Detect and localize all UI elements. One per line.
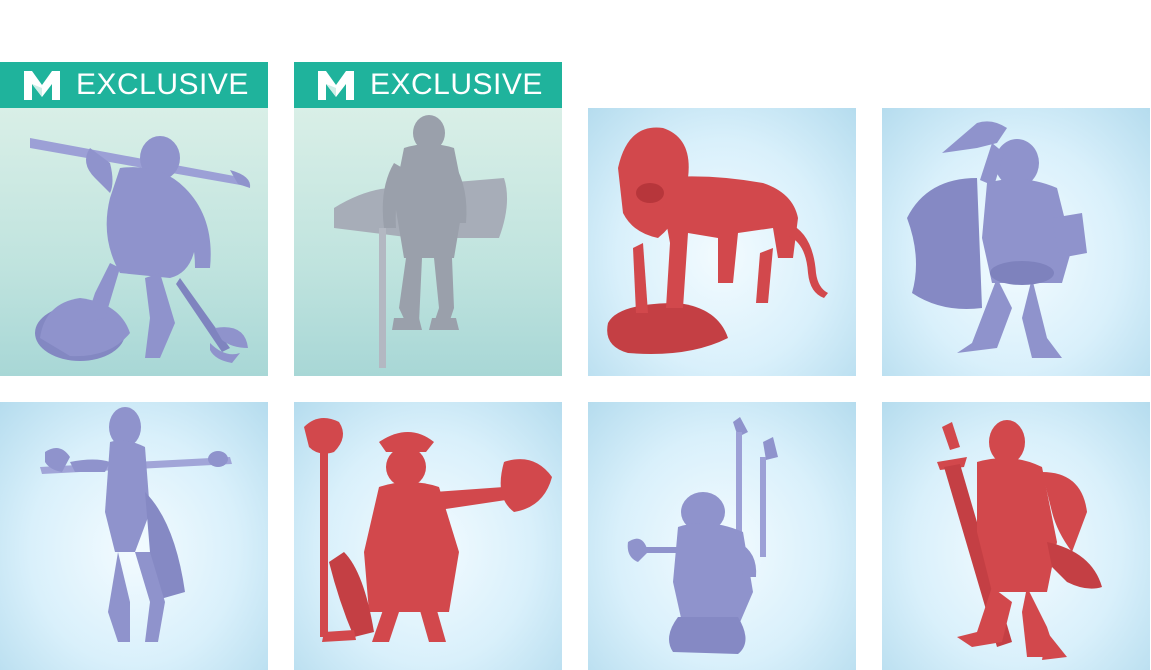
- exclusive-badge: EXCLUSIVE: [294, 62, 562, 108]
- product-tile-torchbearer[interactable]: [588, 402, 856, 670]
- armored-knight-miniature-icon: [334, 115, 508, 368]
- product-tile-lion[interactable]: [588, 108, 856, 376]
- exclusive-badge: EXCLUSIVE: [0, 62, 268, 108]
- product-tile-cleric[interactable]: [882, 108, 1150, 376]
- product-tile-fire-wizard[interactable]: [294, 402, 562, 670]
- badge-label: EXCLUSIVE: [370, 68, 543, 101]
- product-tile-sorceress[interactable]: [0, 402, 268, 670]
- product-tile-knight[interactable]: [294, 108, 562, 376]
- paladin-greatsword-miniature-icon: [937, 420, 1102, 660]
- lion-miniature-icon: [607, 127, 828, 354]
- dwarf-torchbearer-miniature-icon: [627, 417, 778, 654]
- dwarf-cleric-miniature-icon: [907, 121, 1087, 358]
- badge-label: EXCLUSIVE: [76, 68, 249, 101]
- fire-wizard-miniature-icon: [304, 418, 552, 642]
- product-tile-paladin[interactable]: [882, 402, 1150, 670]
- m-logo-icon: [24, 71, 60, 100]
- warrior-sword-axe-miniature-icon: [30, 136, 251, 363]
- hooded-sorceress-miniature-icon: [40, 407, 232, 642]
- m-logo-icon: [318, 71, 354, 100]
- product-tile-warrior[interactable]: [0, 108, 268, 376]
- miniatures-showcase: EXCLUSIVE EXCLUSIVE: [0, 0, 1151, 670]
